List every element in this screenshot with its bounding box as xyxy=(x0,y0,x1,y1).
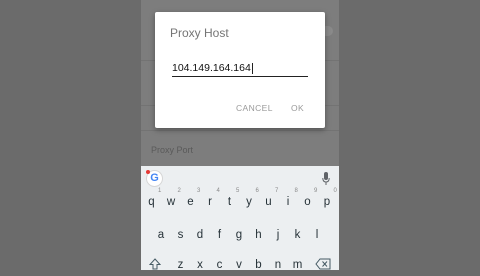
key-hint-6: 6 xyxy=(255,188,259,194)
key-y[interactable]: y xyxy=(240,191,259,213)
key-row-2: a s d f g h j k l xyxy=(141,224,339,246)
key-m[interactable]: m xyxy=(288,254,307,276)
key-hint-3: 3 xyxy=(197,188,201,194)
key-r[interactable]: r xyxy=(201,191,220,213)
key-p[interactable]: p xyxy=(318,191,337,213)
key-e[interactable]: e xyxy=(181,191,200,213)
key-hint-4: 4 xyxy=(216,188,220,194)
key-u[interactable]: u xyxy=(259,191,278,213)
key-j[interactable]: j xyxy=(269,224,288,246)
key-q[interactable]: q xyxy=(142,191,161,213)
mic-icon[interactable] xyxy=(322,172,330,185)
setting-label-proxy-port: Proxy Port xyxy=(151,145,194,155)
key-hint-8: 8 xyxy=(294,188,298,194)
key-w[interactable]: w xyxy=(162,191,181,213)
backspace-icon[interactable] xyxy=(315,258,331,270)
proxy-host-input[interactable]: 104.149.164.164 xyxy=(172,60,308,77)
key-f[interactable]: f xyxy=(210,224,229,246)
divider xyxy=(141,130,339,131)
key-hint-9: 9 xyxy=(314,188,318,194)
key-c[interactable]: c xyxy=(210,254,229,276)
soft-keyboard: G q w e r t y u i o p 1 2 3 4 5 6 7 8 9 … xyxy=(141,166,339,271)
key-x[interactable]: x xyxy=(191,254,210,276)
key-v[interactable]: v xyxy=(230,254,249,276)
proxy-host-value: 104.149.164.164 xyxy=(172,62,251,74)
key-o[interactable]: o xyxy=(298,191,317,213)
key-hint-0: 0 xyxy=(333,188,337,194)
key-row-1: q w e r t y u i o p 1 2 3 4 5 6 7 8 9 0 xyxy=(141,188,339,213)
key-hint-5: 5 xyxy=(236,188,240,194)
key-s[interactable]: s xyxy=(171,224,190,246)
key-hint-1: 1 xyxy=(158,188,162,194)
key-h[interactable]: h xyxy=(249,224,268,246)
key-hint-2: 2 xyxy=(177,188,181,194)
key-k[interactable]: k xyxy=(288,224,307,246)
shift-icon[interactable] xyxy=(149,258,161,270)
key-g[interactable]: g xyxy=(230,224,249,246)
key-d[interactable]: d xyxy=(191,224,210,246)
text-cursor xyxy=(251,62,253,74)
key-row-3: z x c v b n m xyxy=(141,254,339,276)
key-n[interactable]: n xyxy=(269,254,288,276)
key-hint-7: 7 xyxy=(275,188,279,194)
keyboard-toolbar: G xyxy=(141,166,339,190)
key-l[interactable]: l xyxy=(308,224,327,246)
cancel-button[interactable]: CANCEL xyxy=(236,103,273,113)
key-a[interactable]: a xyxy=(152,224,171,246)
notification-dot xyxy=(146,170,150,174)
key-b[interactable]: b xyxy=(249,254,268,276)
ok-button[interactable]: OK xyxy=(291,103,304,113)
key-i[interactable]: i xyxy=(279,191,298,213)
key-z[interactable]: z xyxy=(171,254,190,276)
key-t[interactable]: t xyxy=(220,191,239,213)
dialog-title: Proxy Host xyxy=(170,26,229,40)
proxy-host-dialog: Proxy Host 104.149.164.164 CANCEL OK xyxy=(155,12,325,128)
